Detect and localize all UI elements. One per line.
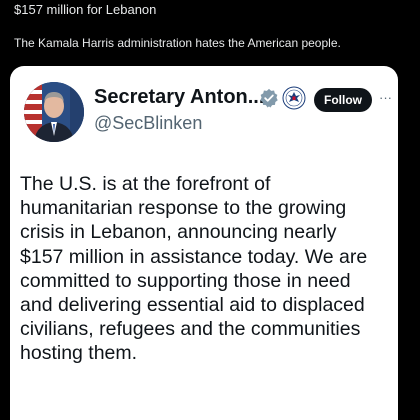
author-name[interactable]: Secretary Anton... xyxy=(94,86,264,109)
tweet-body: The U.S. is at the forefront of humanita… xyxy=(20,172,394,366)
author-handle[interactable]: @SecBlinken xyxy=(94,113,202,134)
post-title: $157 million for Lebanon xyxy=(14,2,157,17)
tweet-line: The U.S. is at the forefront of xyxy=(20,173,271,195)
verified-badge-icon xyxy=(260,88,278,108)
tweet-line: civilians, refugees and the communities xyxy=(20,318,361,341)
tweet-line: and delivering essential aid to displace… xyxy=(20,294,365,317)
follow-button[interactable]: Follow xyxy=(314,88,372,112)
state-department-seal-icon xyxy=(282,86,306,110)
avatar-portrait-icon xyxy=(24,82,84,142)
tweet-line: hosting them. xyxy=(20,342,138,365)
tweet-line: committed to supporting those in need xyxy=(20,269,351,292)
tweet-line: crisis in Lebanon, announcing nearly xyxy=(20,221,337,244)
more-options-icon[interactable]: ··· xyxy=(379,88,392,108)
tweet-line: humanitarian response to the growing xyxy=(20,197,347,220)
page: $157 million for Lebanon The Kamala Harr… xyxy=(0,0,420,420)
tweet-line: $157 million in assistance today. We are xyxy=(20,245,368,268)
quoted-tweet-card[interactable]: Secretary Anton... @SecBlinken Follow ··… xyxy=(10,66,398,420)
post-text: The Kamala Harris administration hates t… xyxy=(14,36,341,50)
avatar[interactable] xyxy=(24,82,84,142)
